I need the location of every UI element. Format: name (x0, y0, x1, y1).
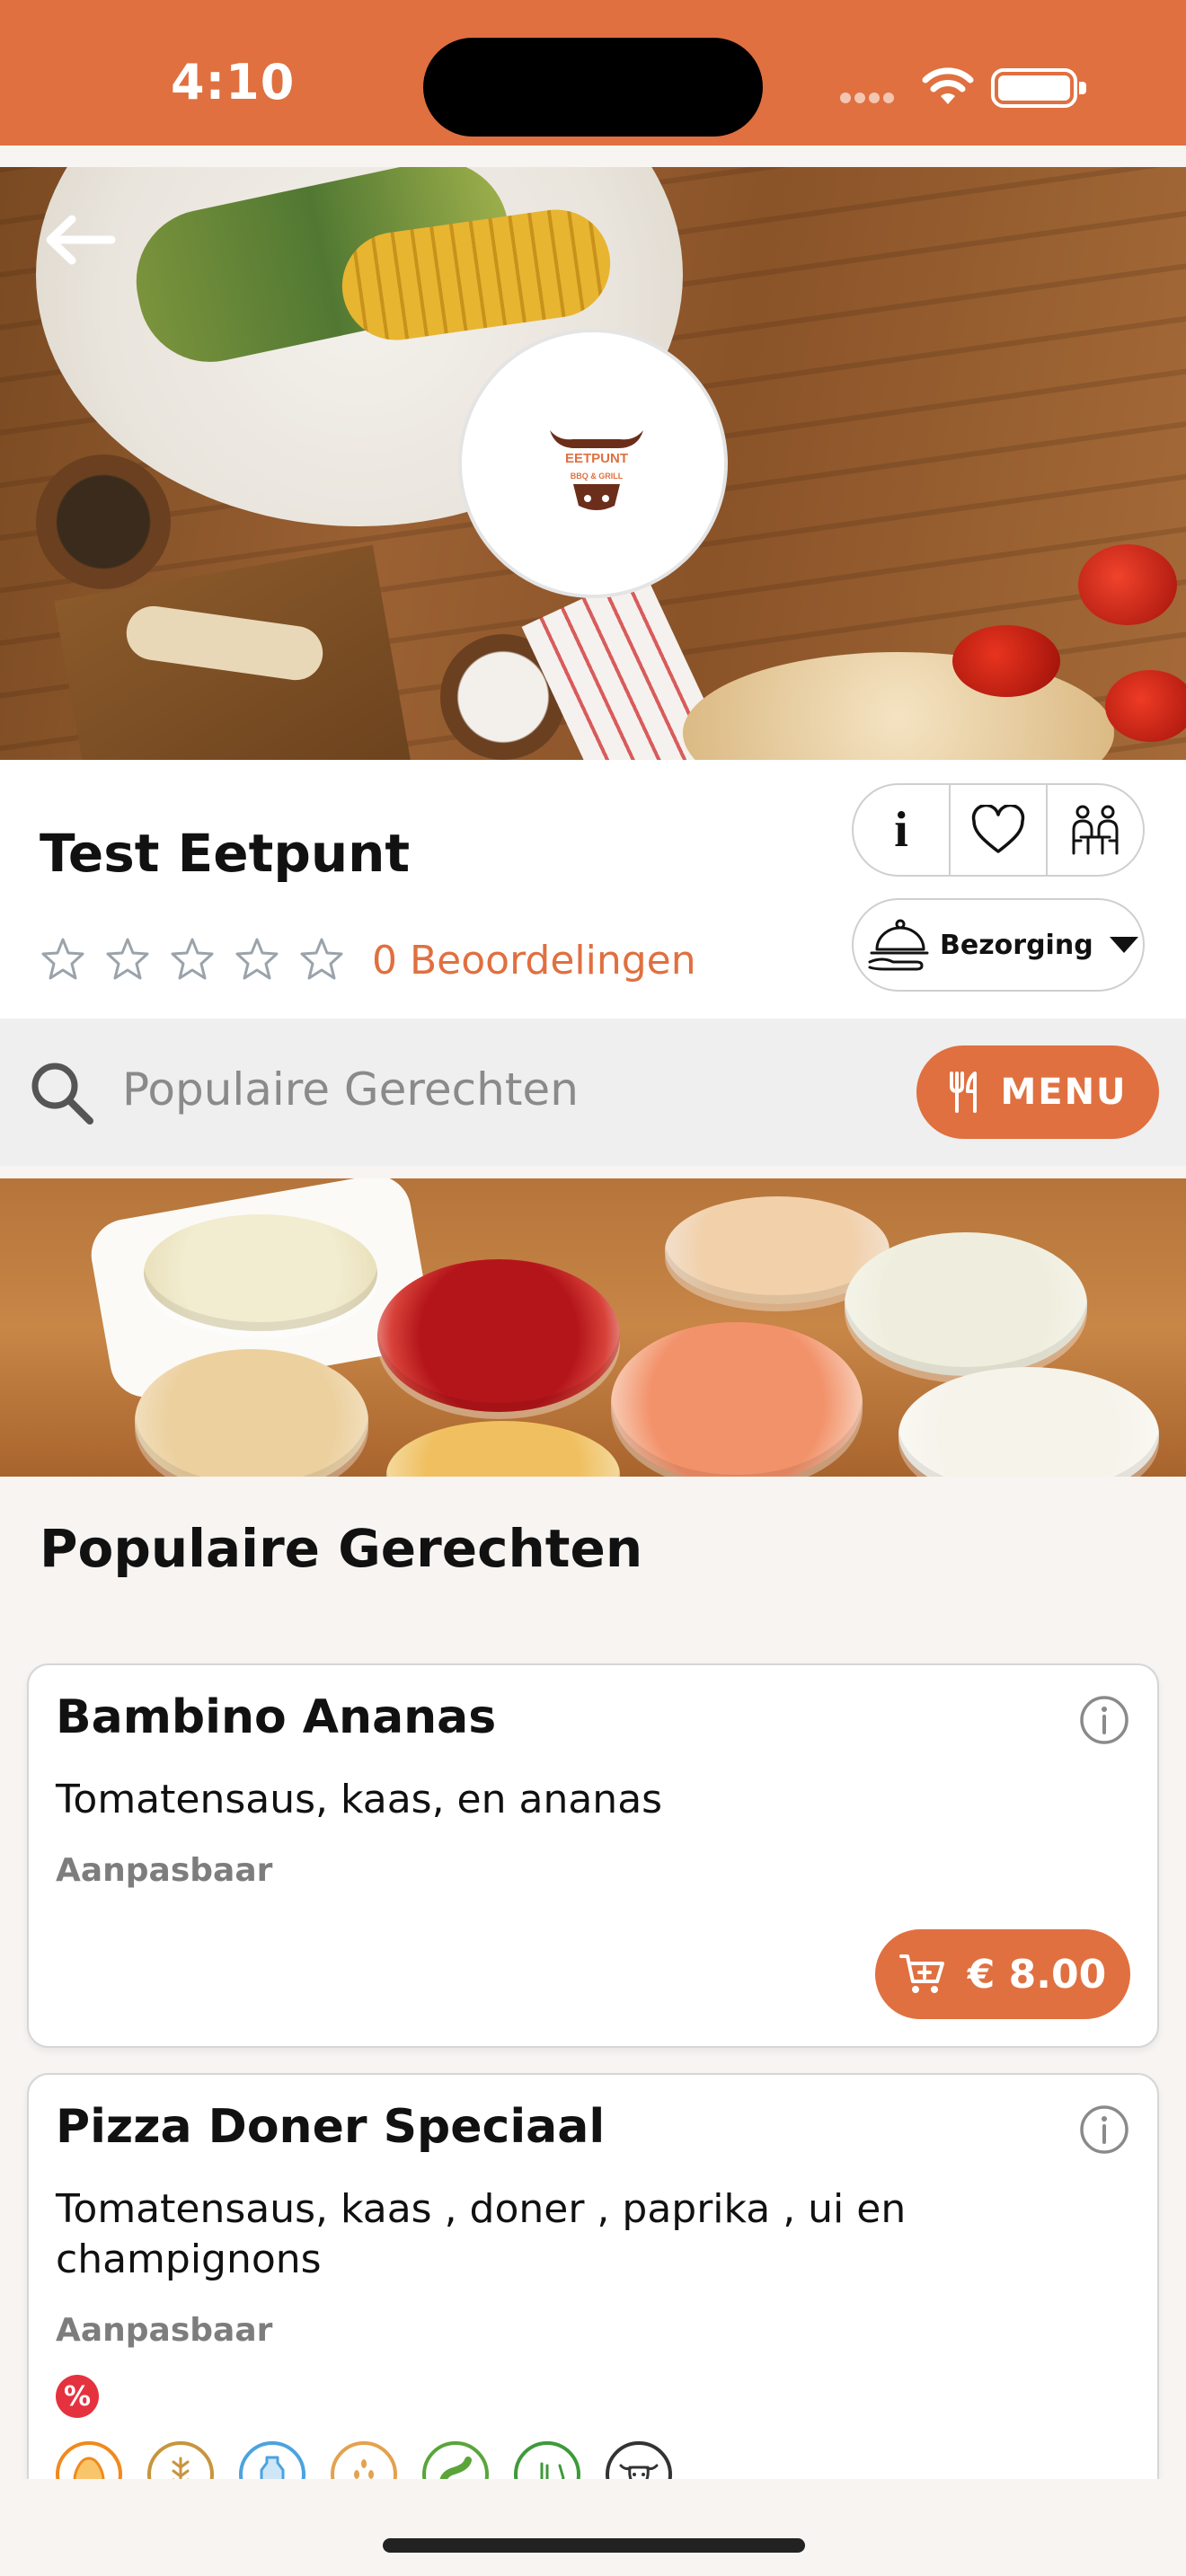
info-icon[interactable] (1078, 1694, 1130, 1746)
star-icon (41, 938, 84, 980)
info-label: i (894, 802, 908, 858)
dish-description: Tomatensaus, kaas , doner , paprika , ui… (56, 2186, 907, 2282)
back-arrow-icon[interactable] (40, 208, 120, 271)
bull-logo-icon: EETPUNT BBQ & GRILL (550, 430, 643, 510)
dish-card[interactable]: Pizza Doner Speciaal Tomatensaus, kaas ,… (27, 2073, 1159, 2540)
menu-label: MENU (1000, 1072, 1128, 1113)
delivery-dropdown[interactable]: Bezorging (852, 898, 1145, 992)
add-to-cart-button[interactable]: € 8.00 (875, 1929, 1130, 2019)
cart-add-icon (898, 1954, 944, 1993)
dish-customizable-label: Aanpasbaar (56, 1852, 273, 1889)
battery-icon (991, 68, 1086, 108)
status-bar: 4:10 (0, 0, 1186, 146)
logo-text: EETPUNT (565, 451, 628, 466)
search-icon (31, 1063, 93, 1125)
section-title: Populaire Gerechten (40, 1518, 643, 1579)
dish-description: Tomatensaus, kaas, en ananas (56, 1777, 663, 1822)
restaurant-logo: EETPUNT BBQ & GRILL (458, 329, 728, 598)
star-icon (235, 938, 279, 980)
favorite-button[interactable] (951, 785, 1048, 875)
star-icon (106, 938, 149, 980)
dish-name: Pizza Doner Speciaal (56, 2100, 606, 2154)
category-banner (0, 1178, 1186, 1477)
reviews-link[interactable]: 0 Beoordelingen (372, 938, 696, 984)
signal-icon (840, 90, 907, 103)
dish-price: € 8.00 (967, 1951, 1107, 1998)
search-input[interactable]: Populaire Gerechten (122, 1063, 579, 1116)
heart-icon (971, 805, 1025, 853)
wifi-icon (922, 67, 974, 104)
menu-button[interactable]: MENU (916, 1045, 1159, 1139)
status-time: 4:10 (171, 54, 296, 110)
dynamic-island (423, 38, 763, 137)
bottom-safe-area (0, 2479, 1186, 2576)
action-buttons: i (852, 783, 1145, 877)
restaurant-name: Test Eetpunt (40, 823, 411, 884)
chevron-down-icon (1109, 937, 1138, 953)
delivery-label: Bezorging (940, 929, 1093, 961)
dine-in-button[interactable] (1048, 785, 1143, 875)
dish-customizable-label: Aanpasbaar (56, 2312, 273, 2349)
info-icon[interactable] (1078, 2104, 1130, 2156)
restaurant-page: 4:10 EETPUNT BBQ & GRILL Test Eetpunt 0 … (0, 0, 1186, 2576)
info-button[interactable]: i (854, 785, 951, 875)
dining-table-icon (1072, 805, 1119, 855)
cloche-icon (868, 919, 929, 971)
cutlery-icon (950, 1072, 978, 1113)
discount-icon: % (56, 2375, 99, 2418)
star-icon (171, 938, 214, 980)
star-icon (300, 938, 343, 980)
search-bar: Populaire Gerechten MENU (0, 1019, 1186, 1166)
logo-subtext: BBQ & GRILL (571, 472, 624, 481)
rating-stars (40, 936, 345, 983)
dish-name: Bambino Ananas (56, 1690, 497, 1744)
home-indicator[interactable] (383, 2538, 805, 2553)
dish-card[interactable]: Bambino Ananas Tomatensaus, kaas, en ana… (27, 1663, 1159, 2048)
restaurant-info: Test Eetpunt 0 Beoordelingen i Bezorging (0, 760, 1186, 1019)
